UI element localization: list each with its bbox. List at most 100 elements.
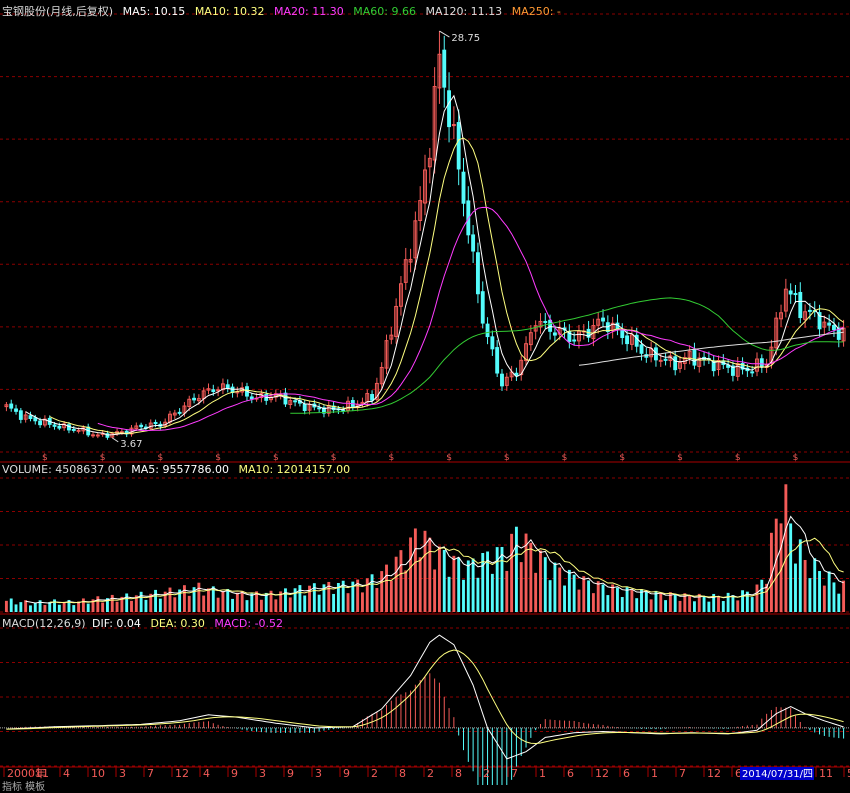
candle [750, 371, 755, 374]
candle [95, 434, 100, 437]
volume-bar [558, 567, 562, 612]
volume-bar [413, 528, 417, 612]
candle [153, 421, 158, 425]
volume-bar [620, 597, 624, 612]
volume-bar [14, 604, 18, 612]
candle [9, 403, 14, 409]
volume-bar [567, 569, 571, 612]
dividend-marker: $ [735, 453, 741, 463]
volume-bar [399, 550, 403, 612]
volume-bar [664, 600, 668, 612]
candle [317, 407, 322, 410]
volume-bar [86, 603, 90, 612]
volume-bar [659, 593, 663, 612]
volume-bar [428, 537, 432, 612]
volume-bar [202, 595, 206, 612]
volume-bar [616, 587, 619, 612]
x-tick-label: 7 [147, 767, 154, 780]
volume-bar [630, 590, 634, 612]
ma5-label: MA5: 10.15 [122, 5, 186, 18]
volume-bar [187, 595, 191, 612]
candle [620, 330, 625, 339]
volume-bar [452, 555, 456, 612]
volume-bar [418, 557, 422, 612]
volume-bar [197, 582, 201, 612]
candle [370, 394, 375, 401]
volume-bar [125, 593, 129, 612]
volume-bar [774, 518, 778, 612]
candle [832, 325, 836, 331]
dividend-marker: $ [388, 453, 394, 463]
stock-title[interactable]: 宝钢股份(月线,后复权) [2, 5, 113, 18]
x-tick-label: 4 [203, 767, 210, 780]
x-tick-label: 9 [343, 767, 350, 780]
volume-bar [9, 598, 13, 612]
dividend-marker: $ [793, 453, 799, 463]
dividend-marker: $ [42, 453, 48, 463]
volume-bar [601, 584, 605, 612]
volume-bar [726, 592, 730, 612]
candle [658, 359, 663, 362]
candle [495, 347, 500, 374]
volume-bar [96, 596, 100, 612]
volume-bar [822, 585, 826, 612]
volume-bar [673, 594, 677, 612]
volume-bar [72, 605, 76, 612]
chart-canvas[interactable]: $ $ $ $ $ $ $ $ $ $ $ $ $ $ 2000年11 4 10 3 7 12 4 9 3 9 3 9 2 8 2 8 2… [0, 0, 850, 793]
volume-bar [447, 576, 451, 612]
candle [788, 290, 793, 295]
volume-ma5-label: MA5: 9557786.00 [131, 463, 229, 476]
dividend-marker: $ [504, 453, 510, 463]
volume-bar [332, 593, 336, 612]
dividend-marker: $ [331, 453, 337, 463]
volume-bar [611, 584, 615, 612]
volume-bar [380, 571, 384, 612]
volume-bar [62, 602, 66, 612]
dividend-marker: $ [158, 453, 164, 463]
candle [572, 339, 577, 342]
volume-bar [813, 558, 817, 612]
volume-bar [582, 576, 586, 612]
volume-bar [837, 593, 841, 612]
volume-bar [721, 601, 725, 612]
candle [601, 317, 605, 322]
candle [442, 49, 447, 88]
volume-bar [394, 556, 398, 612]
stock-chart[interactable]: $ $ $ $ $ $ $ $ $ $ $ $ $ $ 2000年 11 4 10 3 7 12 4 9 3 9 3 9 2 8 2 8 2… [0, 0, 850, 793]
volume-bar [4, 600, 8, 612]
candle [293, 400, 298, 403]
candle [18, 410, 23, 420]
price-candles [4, 31, 846, 440]
dividend-marker: $ [562, 453, 568, 463]
volume-bar [514, 526, 518, 612]
volume-bar [539, 550, 542, 612]
x-tick-label: 7 [679, 767, 686, 780]
candle [827, 322, 832, 326]
price-header: 宝钢股份(月线,后复权) MA5: 10.15 MA10: 10.32 MA20… [2, 3, 567, 19]
low-pointer [111, 437, 119, 443]
indicator-tabs[interactable]: 指标 模板 [2, 778, 45, 793]
volume-bar [510, 533, 514, 612]
volume-bar [346, 593, 350, 612]
x-tick-label: 11 [819, 767, 833, 780]
macd-histogram [0, 634, 850, 793]
volume-bar [19, 602, 23, 612]
volume-bar [591, 593, 595, 612]
macd-name-label: MACD(12,26,9) [2, 617, 86, 630]
volume-bar [731, 595, 735, 612]
candle [91, 434, 95, 437]
volume-bar [57, 604, 61, 612]
volume-bar [433, 569, 437, 612]
volume-bar [818, 571, 821, 612]
volume-header: VOLUME: 4508637.00 MA5: 9557786.00 MA10:… [2, 463, 356, 476]
low-label: 3.67 [120, 439, 142, 450]
candle [543, 320, 548, 323]
volume-bar [130, 600, 133, 612]
x-tick-label: 9 [231, 767, 238, 780]
volume-bar [53, 599, 56, 612]
volume-bar [529, 542, 533, 612]
candle [759, 358, 764, 367]
volume-bar [519, 562, 523, 612]
volume-bar [115, 601, 119, 612]
candle [456, 122, 461, 170]
